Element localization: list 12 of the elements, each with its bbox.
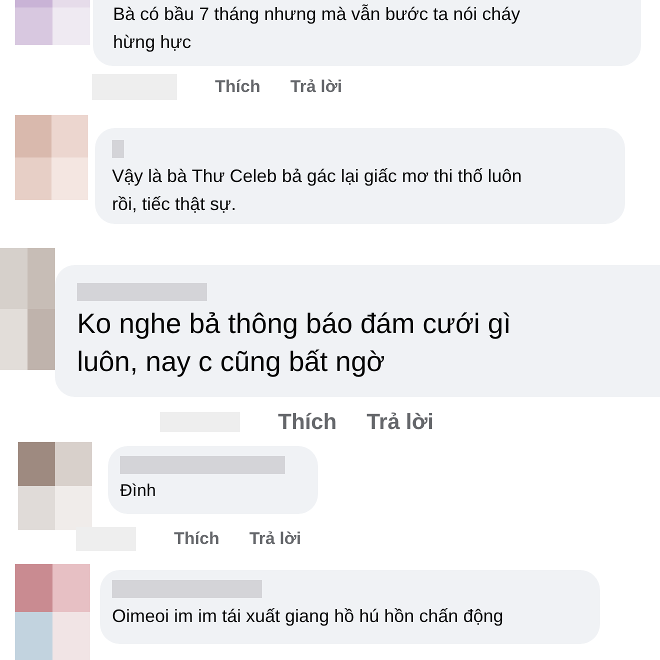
blurred-name (112, 140, 124, 158)
comment-text: Đình (120, 480, 157, 502)
comment-text: Oimeoi im im tái xuất giang hồ hú hồn chấn động (112, 605, 504, 628)
like-link[interactable]: Thích (174, 526, 220, 552)
comment-text: Vậy là bà Thư Celeb bả gác lại giấc mơ thi thố luôn rồi, tiếc thật sự. (112, 165, 523, 216)
reply-link[interactable]: Trả lời (249, 526, 302, 552)
like-link[interactable]: Thích (278, 407, 337, 437)
like-link[interactable]: Thích (215, 74, 260, 100)
comment-text: Ko nghe bả thông báo đám cưới gì luôn, nay c cũng bất ngờ (77, 307, 512, 379)
reply-link[interactable]: Trả lời (290, 74, 342, 100)
reply-link[interactable]: Trả lời (366, 407, 434, 437)
comment-text: Bà có bầu 7 tháng nhưng mà vẫn bước ta nói cháy hừng hực (113, 3, 522, 54)
